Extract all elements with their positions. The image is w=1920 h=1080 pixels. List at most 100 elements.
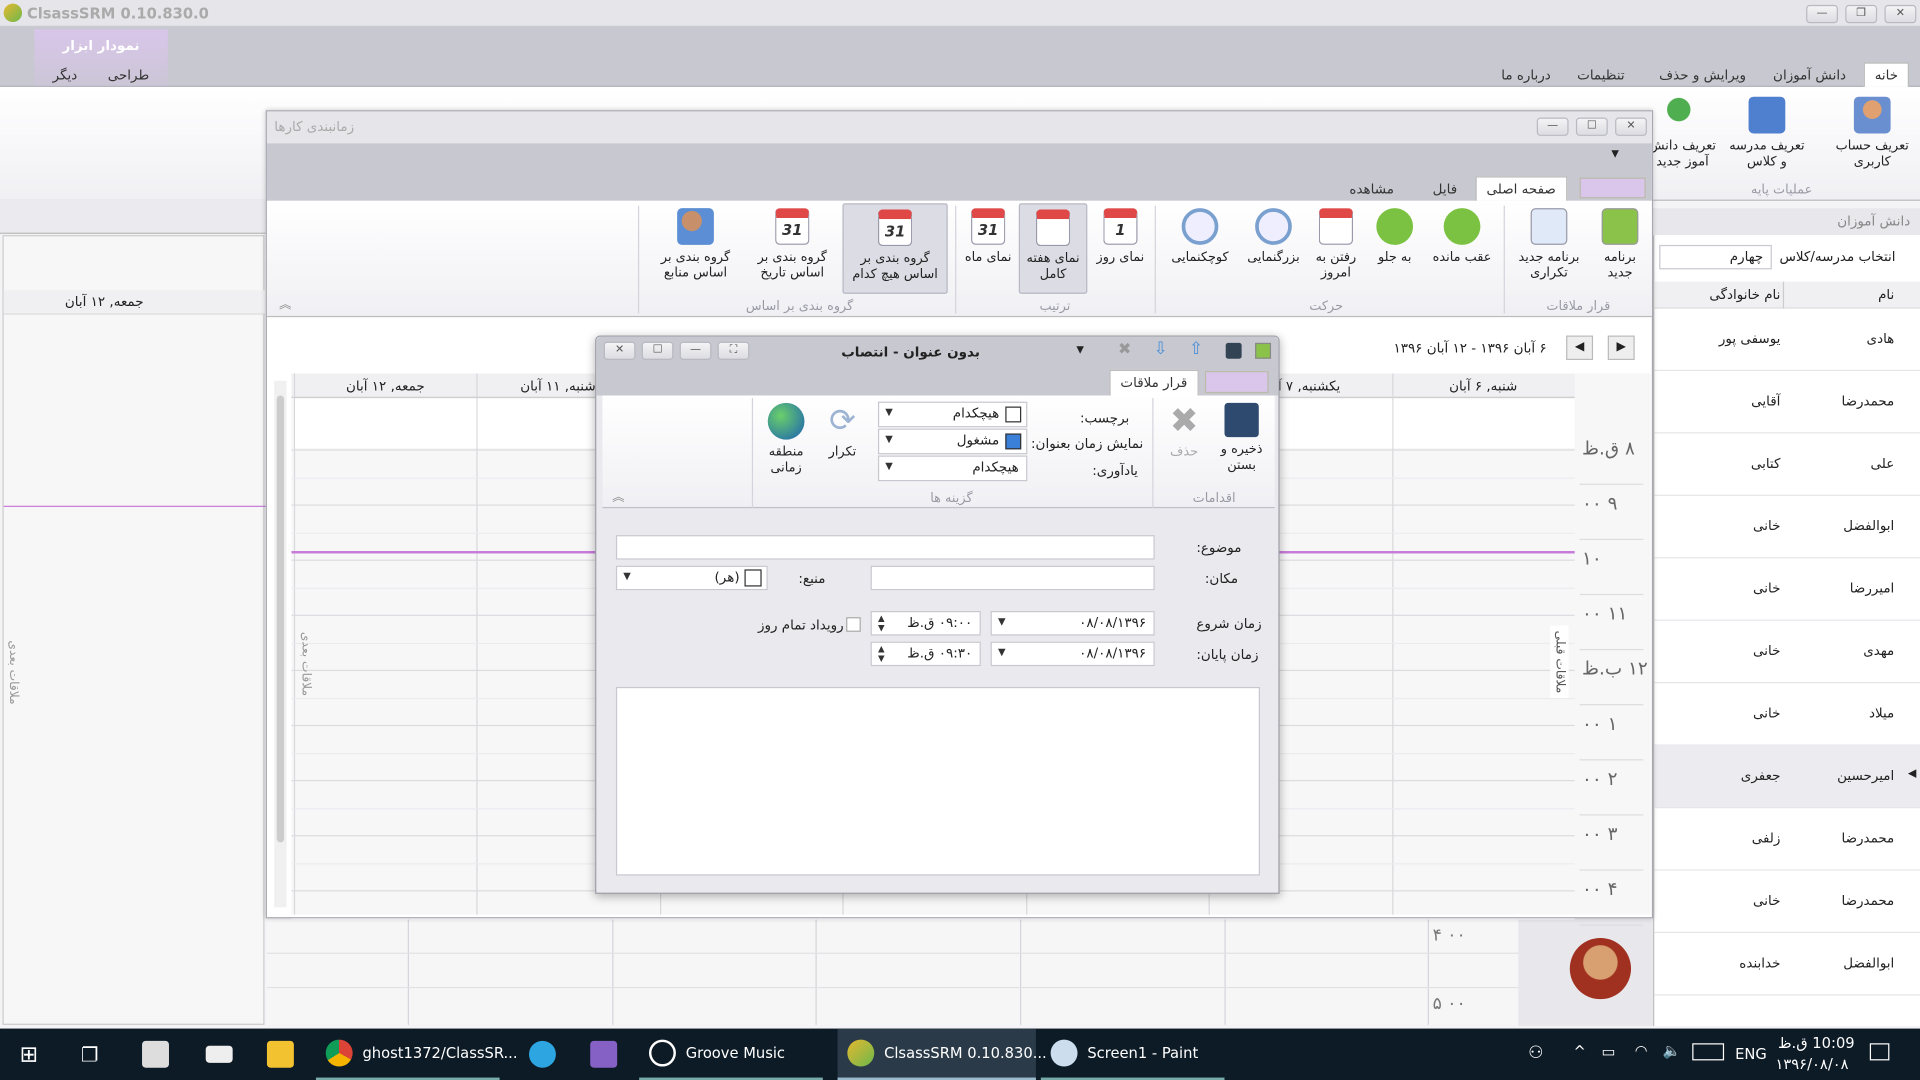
quick-access-dropdown-icon[interactable]: ▼ — [1611, 148, 1619, 159]
quick-access-dropdown-icon[interactable]: ▼ — [1076, 344, 1084, 355]
all-day-checkbox[interactable] — [846, 617, 861, 632]
student-row[interactable]: ابوالفضل خانی — [1654, 496, 1920, 559]
battery-icon[interactable]: ▭ — [1602, 1043, 1616, 1060]
notifications-icon[interactable] — [1869, 1043, 1890, 1061]
student-row[interactable]: هادی یوسفی پور — [1654, 309, 1920, 372]
group-none-button[interactable]: 31 گروه بندی بر اساس هیچ کدام — [842, 203, 948, 294]
tab-file[interactable]: فایل — [1433, 181, 1458, 197]
zoom-in-button[interactable]: بزرگنمایی — [1239, 208, 1308, 266]
student-row[interactable]: امیرحسین جعفری ◀ — [1654, 745, 1920, 809]
student-row[interactable]: امیررضا خانی — [1654, 558, 1920, 621]
location-input[interactable] — [870, 565, 1155, 591]
timezone-button[interactable]: منطقه زمانی — [759, 402, 813, 476]
tab-about[interactable]: درباره ما — [1501, 67, 1551, 83]
arrow-up-icon[interactable]: ⇧ — [1189, 339, 1203, 359]
fullscreen-button[interactable]: ⛶ — [717, 341, 750, 361]
description-textarea[interactable] — [615, 686, 1261, 876]
next-appointment-label[interactable]: ملاقات بعدی — [6, 640, 19, 704]
clock-time[interactable]: 10:09 ق.ظ — [1778, 1035, 1855, 1052]
chevron-up-icon[interactable]: ^ — [1573, 1043, 1585, 1060]
visual-studio-button[interactable] — [580, 1029, 618, 1080]
new-recurring-button[interactable]: برنامه جدید تکراری — [1511, 208, 1587, 281]
start-button[interactable]: ⊞ — [10, 1029, 38, 1080]
taskbar-paint[interactable]: Screen1 - Paint — [1040, 1029, 1225, 1080]
student-row[interactable]: محمدرضا زلفی — [1654, 808, 1920, 871]
start-date-picker[interactable]: ۰۸/۰۸/۱۳۹۶ ▼ — [990, 611, 1155, 636]
student-row[interactable]: میلاد خانی — [1654, 683, 1920, 746]
student-row[interactable]: محمدرضا آقایی — [1654, 371, 1920, 434]
delete-button[interactable]: ✖ حذف — [1160, 402, 1209, 461]
tab-edit-delete[interactable]: ویرایش و حذف — [1659, 67, 1746, 83]
collapse-ribbon-icon[interactable]: ︽ — [279, 294, 291, 312]
tab-main[interactable]: صفحه اصلی — [1475, 176, 1567, 201]
column-last-name[interactable]: نام خانوادگی — [1709, 287, 1780, 303]
all-day-cell[interactable] — [295, 399, 477, 449]
close-button[interactable]: ✕ — [1615, 117, 1647, 136]
tab-appointment[interactable]: قرار ملاقات — [1109, 369, 1199, 396]
day-column[interactable] — [1391, 373, 1575, 915]
collapse-ribbon-icon[interactable]: ︽ — [612, 486, 624, 504]
maximize-button[interactable]: ☐ — [641, 341, 674, 361]
arrow-down-icon[interactable]: ⇩ — [1153, 339, 1167, 359]
define-school-class-button[interactable]: تعریف مدرسه و کلاس — [1727, 96, 1808, 170]
start-time-spinner[interactable]: ۰۹:۰۰ ق.ظ ▲ ▼ — [870, 611, 981, 636]
task-view-button[interactable]: ❐ — [71, 1029, 99, 1080]
define-user-account-button[interactable]: تعریف حساب کاربری — [1829, 96, 1915, 170]
taskbar-groove[interactable]: Groove Music — [639, 1029, 823, 1080]
tab-view[interactable]: مشاهده — [1349, 181, 1394, 197]
tab-settings[interactable]: تنظیمات — [1577, 67, 1625, 83]
student-row[interactable]: ابوالفضل خدابنده — [1654, 933, 1920, 996]
tab-design[interactable]: طراحی — [108, 67, 149, 83]
close-button[interactable]: ✕ — [1884, 4, 1917, 24]
save-icon[interactable] — [1225, 342, 1242, 359]
end-time-spinner[interactable]: ۰۹:۳۰ ق.ظ ▲ ▼ — [870, 641, 981, 667]
end-date-picker[interactable]: ۰۸/۰۸/۱۳۹۶ ▼ — [990, 641, 1155, 667]
explorer-button[interactable] — [257, 1029, 294, 1080]
tab-students[interactable]: دانش آموزان — [1773, 67, 1846, 83]
app-menu-button[interactable] — [1204, 371, 1269, 394]
next-appointment-button[interactable]: ملاقات بعدی — [299, 632, 312, 696]
new-icon[interactable] — [1255, 342, 1272, 359]
subject-input[interactable] — [615, 535, 1155, 560]
clock-date[interactable]: ۱۳۹۶/۰۸/۰۸ — [1776, 1056, 1849, 1073]
restore-button[interactable]: ❐ — [1845, 4, 1878, 24]
wifi-icon[interactable]: ◠ — [1635, 1042, 1648, 1059]
class-select[interactable]: چهارم — [1659, 244, 1772, 270]
day-column[interactable] — [293, 373, 477, 915]
show-time-as-select[interactable]: مشغول ▼ — [877, 428, 1028, 455]
day-view-button[interactable]: 1 نمای روز — [1091, 208, 1150, 266]
define-student-button[interactable]: تعریف دانش آموز جدید — [1648, 96, 1717, 170]
resource-checkbox[interactable] — [744, 569, 762, 587]
close-button[interactable]: ✕ — [603, 341, 636, 361]
prev-appointment-button[interactable]: ملاقات قبلی — [1550, 625, 1569, 699]
taskbar-chrome[interactable]: ghost1372/ClassSR... — [315, 1029, 518, 1080]
minimize-button[interactable]: — — [1806, 4, 1838, 24]
full-week-view-button[interactable]: نمای هفته کامل — [1018, 203, 1088, 294]
mail-button[interactable] — [196, 1029, 233, 1080]
taskbar-clsasssrm[interactable]: ClsassSRM 0.10.830... — [837, 1028, 1047, 1080]
language-indicator[interactable]: ENG — [1735, 1046, 1767, 1063]
resource-select[interactable]: (هر) ▼ — [615, 565, 768, 591]
store-button[interactable] — [132, 1029, 169, 1080]
minimize-button[interactable]: — — [679, 341, 712, 361]
prev-week-button[interactable]: ◀ — [1566, 335, 1594, 361]
new-appointment-button[interactable]: برنامه جدید — [1593, 208, 1647, 281]
all-day-cell[interactable] — [1392, 399, 1575, 449]
telegram-button[interactable] — [519, 1029, 556, 1080]
column-first-name[interactable]: نام — [1878, 287, 1894, 303]
app-menu-button[interactable] — [1579, 177, 1646, 199]
tab-other[interactable]: دیگر — [53, 67, 78, 83]
student-row[interactable]: علی کتابی — [1654, 433, 1920, 496]
tab-home[interactable]: خانه — [1863, 62, 1910, 87]
go-today-button[interactable]: رفتن به امروز — [1308, 208, 1364, 281]
keyboard-icon[interactable] — [1692, 1043, 1725, 1061]
zoom-out-button[interactable]: کوچکنمایی — [1161, 208, 1239, 266]
reminder-select[interactable]: هیچکدام ▼ — [877, 455, 1028, 482]
month-view-button[interactable]: 31 نمای ماه — [960, 208, 1016, 266]
back-button[interactable]: عقب مانده — [1425, 208, 1498, 266]
volume-icon[interactable]: 🔈 — [1663, 1042, 1681, 1059]
save-close-button[interactable]: ذخیره و بستن — [1212, 402, 1271, 474]
group-by-date-button[interactable]: 31 گروه بندی بر اساس تاریخ — [747, 208, 838, 281]
student-row[interactable]: مهدی خانی — [1654, 621, 1920, 684]
forward-button[interactable]: به جلو — [1364, 208, 1425, 266]
